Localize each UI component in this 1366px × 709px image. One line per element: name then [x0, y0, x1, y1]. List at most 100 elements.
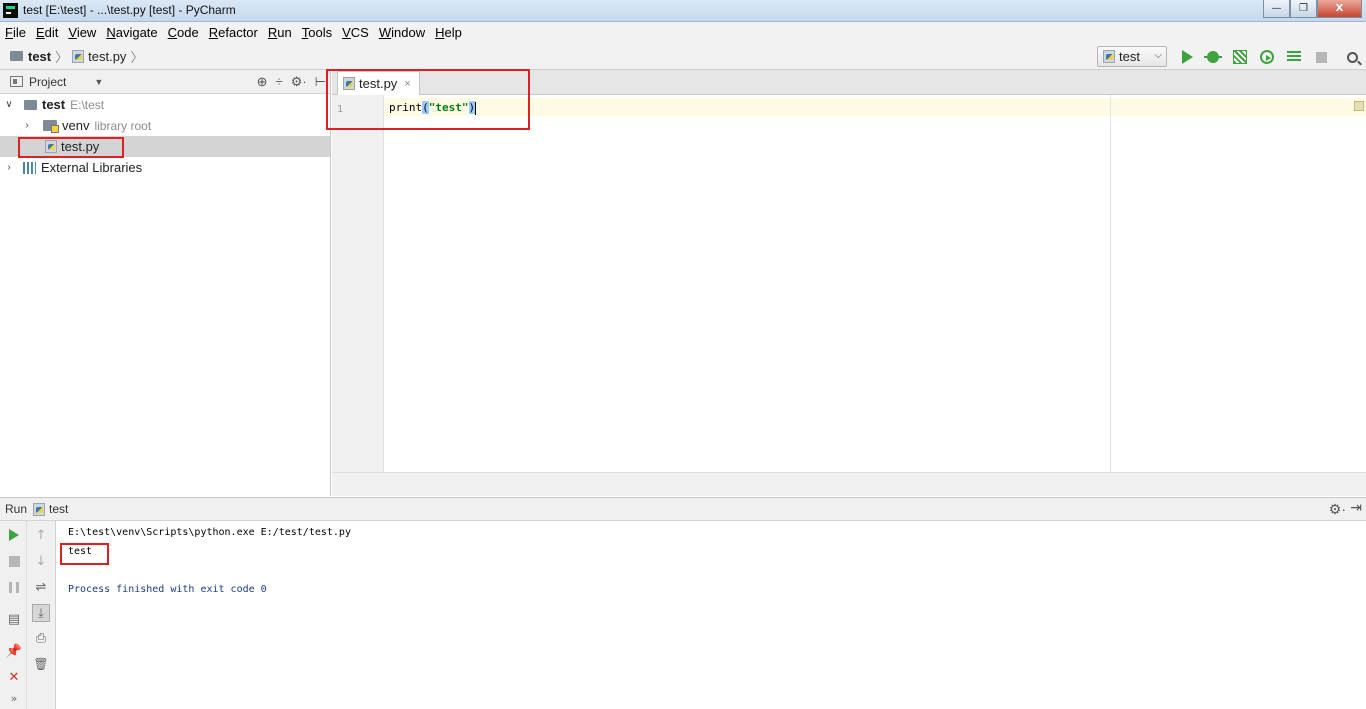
search-icon: [1346, 51, 1358, 63]
breadcrumb-separator: 〉: [130, 49, 144, 65]
tree-item-venv[interactable]: › venv library root: [0, 115, 330, 136]
play-icon: [9, 529, 19, 541]
window-title: test [E:\test] - ...\test.py [test] - Py…: [23, 3, 236, 17]
menu-edit[interactable]: Edit: [31, 25, 63, 40]
stop-button[interactable]: [1312, 48, 1330, 66]
editor-gutter: 1: [332, 95, 384, 472]
coverage-icon: [1233, 50, 1247, 64]
tree-venv-name: venv: [62, 118, 90, 133]
menu-navigate[interactable]: Navigate: [101, 25, 162, 40]
chevron-down-icon[interactable]: ▼: [94, 77, 103, 87]
run-panel-header: Run test ⚙· ⇥: [0, 497, 1366, 521]
pause-icon: [9, 581, 19, 593]
stop-icon: [8, 555, 20, 567]
editor: test.py × 1 print("test"): [332, 70, 1366, 496]
highlight-box-output: [60, 543, 109, 565]
menu-refactor[interactable]: Refactor: [204, 25, 263, 40]
breadcrumb-file[interactable]: test.py: [88, 49, 126, 64]
menu-window[interactable]: Window: [374, 25, 430, 40]
scroll-from-source-icon[interactable]: ⊕: [257, 74, 268, 90]
close-run-button[interactable]: ✕: [5, 668, 23, 686]
rerun-button[interactable]: [5, 526, 23, 544]
tree-item-root[interactable]: ∨ test E:\test: [0, 94, 330, 115]
pin-tab-button[interactable]: 📌: [5, 642, 23, 660]
run-toolbar-secondary: ↑ ↓ ⇌ ⤓ ⎙ 🗑: [27, 521, 56, 709]
right-margin-guide: [1110, 95, 1111, 472]
window-controls: — ❐ X: [1263, 0, 1362, 18]
trash-icon[interactable]: 🗑: [32, 655, 50, 673]
python-file-icon: [1103, 50, 1115, 63]
run-button[interactable]: [1178, 48, 1196, 66]
run-panel-label: Run: [5, 502, 28, 516]
project-panel: Project ▼ ⊕ ÷ ⚙· ⊢ ∨ test E:\test › venv…: [0, 70, 331, 496]
more-actions-button[interactable]: »: [5, 689, 23, 707]
expand-arrow-icon[interactable]: ›: [21, 120, 33, 131]
stop-icon: [1315, 51, 1327, 63]
project-panel-tools: ⊕ ÷ ⚙· ⊢: [257, 74, 326, 90]
tree-venv-note: library root: [94, 118, 152, 133]
menu-bar: File Edit View Navigate Code Refactor Ru…: [0, 22, 1366, 43]
highlight-box-editor: [326, 69, 530, 130]
collapse-all-icon[interactable]: ÷: [276, 74, 283, 90]
code-area[interactable]: print("test"): [384, 95, 1366, 472]
expand-arrow-icon[interactable]: ›: [3, 162, 15, 173]
run-toolbar-primary: ▤ 📌 ✕ »: [0, 521, 27, 709]
gear-icon[interactable]: ⚙·: [1329, 501, 1346, 518]
scroll-to-end-icon[interactable]: ⤓: [32, 604, 50, 622]
library-folder-icon: [43, 120, 59, 133]
project-icon: [10, 76, 23, 87]
run-list-icon: [1287, 51, 1301, 63]
debug-button[interactable]: [1204, 48, 1222, 66]
bug-icon: [1204, 51, 1222, 63]
restore-layout-button[interactable]: ▤: [5, 610, 23, 628]
down-stack-icon[interactable]: ↓: [32, 552, 50, 570]
navigation-bar: test 〉 test.py 〉 test ⌵: [0, 43, 1366, 70]
menu-view[interactable]: View: [63, 25, 101, 40]
breadcrumb: test 〉 test.py 〉: [0, 47, 147, 66]
tree-external-libraries: External Libraries: [41, 160, 143, 175]
menu-code[interactable]: Code: [163, 25, 204, 40]
concurrency-button[interactable]: [1285, 48, 1303, 66]
title-bar: test [E:\test] - ...\test.py [test] - Py…: [0, 0, 1366, 22]
breadcrumb-project[interactable]: test: [28, 49, 51, 64]
run-console[interactable]: E:\test\venv\Scripts\python.exe E:/test/…: [56, 521, 1366, 709]
python-file-icon: [72, 49, 85, 63]
tree-root-name: test: [42, 97, 66, 112]
current-line-highlight: [384, 98, 1366, 116]
console-command-line: E:\test\venv\Scripts\python.exe E:/test/…: [68, 527, 351, 538]
up-stack-icon[interactable]: ↑: [32, 526, 50, 544]
close-button[interactable]: X: [1317, 0, 1362, 18]
stop-run-button[interactable]: [5, 552, 23, 570]
inspection-status-marker[interactable]: [1354, 101, 1364, 111]
gear-icon[interactable]: ⚙·: [291, 74, 307, 90]
hide-panel-icon[interactable]: ⇥: [1350, 499, 1362, 516]
coverage-button[interactable]: [1231, 48, 1249, 66]
profile-icon: [1260, 50, 1274, 64]
minimize-button[interactable]: —: [1263, 0, 1290, 18]
menu-help[interactable]: Help: [430, 25, 467, 40]
project-panel-title[interactable]: Project: [29, 75, 66, 89]
pycharm-logo-icon: [3, 3, 18, 18]
soft-wrap-icon[interactable]: ⇌: [32, 578, 50, 596]
search-everywhere-button[interactable]: [1343, 48, 1361, 66]
project-panel-header: Project ▼ ⊕ ÷ ⚙· ⊢: [0, 70, 330, 94]
run-configuration-select[interactable]: test ⌵: [1097, 46, 1167, 67]
maximize-button[interactable]: ❐: [1290, 0, 1317, 18]
highlight-box-file: [18, 137, 124, 158]
menu-tools[interactable]: Tools: [297, 25, 337, 40]
run-configuration-label: test: [1119, 49, 1140, 64]
profile-button[interactable]: [1258, 48, 1276, 66]
menu-vcs[interactable]: VCS: [337, 25, 374, 40]
folder-icon: [10, 51, 23, 61]
tree-item-external-libraries[interactable]: › External Libraries: [0, 157, 330, 178]
editor-horizontal-scrollbar[interactable]: [332, 472, 1366, 496]
print-icon[interactable]: ⎙: [32, 629, 50, 647]
menu-file[interactable]: File: [0, 25, 31, 40]
hide-panel-icon[interactable]: ⊢: [315, 74, 326, 90]
run-panel-config[interactable]: test: [49, 502, 68, 516]
tree-root-path: E:\test: [70, 97, 105, 112]
collapse-arrow-icon[interactable]: ∨: [3, 99, 15, 110]
menu-run[interactable]: Run: [263, 25, 297, 40]
folder-icon: [24, 99, 37, 110]
pause-button[interactable]: [5, 578, 23, 596]
